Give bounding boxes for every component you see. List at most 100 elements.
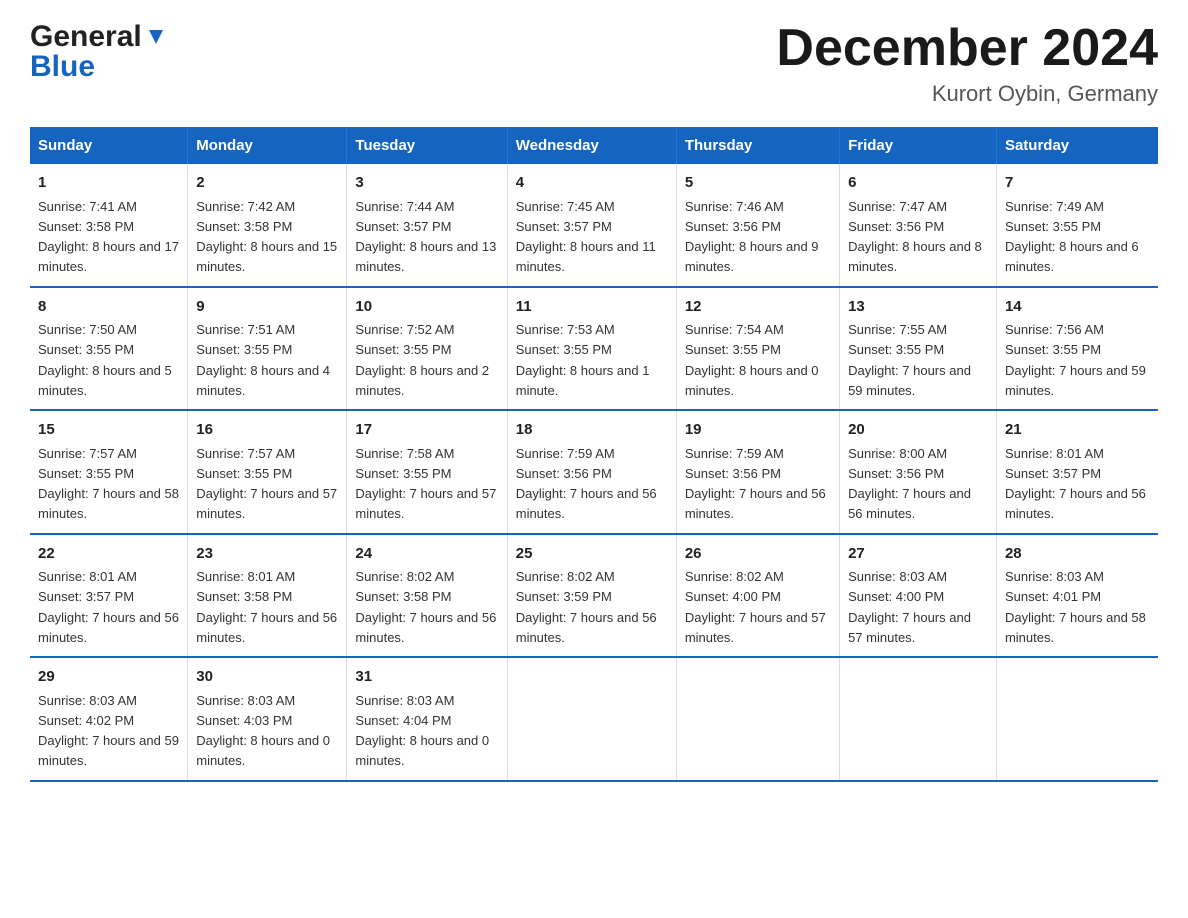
week-row-2: 8Sunrise: 7:50 AMSunset: 3:55 PMDaylight…	[30, 287, 1158, 411]
day-number: 27	[848, 543, 988, 566]
day-sunset: Sunset: 3:55 PM	[848, 342, 944, 357]
day-daylight: Daylight: 7 hours and 56 minutes.	[516, 610, 657, 645]
day-cell: 14Sunrise: 7:56 AMSunset: 3:55 PMDayligh…	[996, 287, 1158, 411]
day-daylight: Daylight: 7 hours and 57 minutes.	[196, 486, 337, 521]
day-sunset: Sunset: 3:58 PM	[196, 219, 292, 234]
day-number: 6	[848, 172, 988, 195]
day-daylight: Daylight: 7 hours and 58 minutes.	[38, 486, 179, 521]
day-cell: 23 Sunrise: 8:01 AM Sunset: 3:58 PM Dayligh…	[188, 534, 347, 658]
day-sunset: Sunset: 3:59 PM	[516, 589, 612, 604]
day-cell: 24Sunrise: 8:02 AMSunset: 3:58 PMDayligh…	[347, 534, 507, 658]
day-daylight: Daylight: 8 hours and 5 minutes.	[38, 363, 172, 398]
header-saturday: Saturday	[996, 127, 1158, 164]
day-number: 30	[196, 666, 338, 689]
day-sunset: Sunset: 3:55 PM	[38, 466, 134, 481]
day-number: 25	[516, 543, 668, 566]
day-daylight: Daylight: 8 hours and 8 minutes.	[848, 239, 982, 274]
day-sunset: Sunset: 3:57 PM	[516, 219, 612, 234]
day-sunset: Sunset: 3:58 PM	[355, 589, 451, 604]
day-cell: 21Sunrise: 8:01 AMSunset: 3:57 PMDayligh…	[996, 410, 1158, 534]
day-cell: 8Sunrise: 7:50 AMSunset: 3:55 PMDaylight…	[30, 287, 188, 411]
header-wednesday: Wednesday	[507, 127, 676, 164]
day-cell: 13Sunrise: 7:55 AMSunset: 3:55 PMDayligh…	[840, 287, 997, 411]
day-cell: 4Sunrise: 7:45 AMSunset: 3:57 PMDaylight…	[507, 164, 676, 287]
day-sunrise: Sunrise: 7:51 AM	[196, 322, 295, 337]
day-daylight: Daylight: 7 hours and 56 minutes.	[38, 610, 179, 645]
day-cell: 27Sunrise: 8:03 AMSunset: 4:00 PMDayligh…	[840, 534, 997, 658]
day-sunrise: Sunrise: 7:54 AM	[685, 322, 784, 337]
day-number: 11	[516, 296, 668, 319]
day-sunset: Sunset: 3:55 PM	[1005, 219, 1101, 234]
day-sunrise: Sunrise: 7:59 AM	[516, 446, 615, 461]
day-sunrise: Sunrise: 8:03 AM	[38, 693, 137, 708]
day-daylight: Daylight: 7 hours and 56 minutes.	[196, 610, 337, 645]
logo: General Blue	[30, 20, 167, 84]
calendar-table: SundayMondayTuesdayWednesdayThursdayFrid…	[30, 127, 1158, 782]
day-sunrise: Sunrise: 7:41 AM	[38, 199, 137, 214]
day-sunrise: Sunrise: 7:53 AM	[516, 322, 615, 337]
day-sunset: Sunset: 4:01 PM	[1005, 589, 1101, 604]
day-number: 12	[685, 296, 831, 319]
day-sunset: Sunset: 3:58 PM	[196, 589, 292, 604]
day-sunrise: Sunrise: 8:00 AM	[848, 446, 947, 461]
day-daylight: Daylight: 7 hours and 59 minutes.	[38, 733, 179, 768]
day-daylight: Daylight: 8 hours and 2 minutes.	[355, 363, 489, 398]
day-sunset: Sunset: 3:55 PM	[516, 342, 612, 357]
day-number: 3	[355, 172, 498, 195]
day-daylight: Daylight: 8 hours and 1 minute.	[516, 363, 650, 398]
day-daylight: Daylight: 7 hours and 56 minutes.	[1005, 486, 1146, 521]
day-sunset: Sunset: 3:55 PM	[355, 466, 451, 481]
day-cell: 26Sunrise: 8:02 AMSunset: 4:00 PMDayligh…	[676, 534, 839, 658]
day-sunset: Sunset: 3:58 PM	[38, 219, 134, 234]
day-sunrise: Sunrise: 7:57 AM	[196, 446, 295, 461]
day-number: 8	[38, 296, 179, 319]
logo-blue-text: Blue	[30, 50, 167, 84]
day-number: 28	[1005, 543, 1150, 566]
week-row-4: 22Sunrise: 8:01 AMSunset: 3:57 PMDayligh…	[30, 534, 1158, 658]
day-cell: 11 Sunrise: 7:53 AM Sunset: 3:55 PM Dayligh…	[507, 287, 676, 411]
day-cell: 9Sunrise: 7:51 AMSunset: 3:55 PMDaylight…	[188, 287, 347, 411]
day-sunset: Sunset: 3:56 PM	[848, 219, 944, 234]
day-sunrise: Sunrise: 7:47 AM	[848, 199, 947, 214]
day-number: 22	[38, 543, 179, 566]
day-sunrise: Sunrise: 8:02 AM	[685, 569, 784, 584]
day-sunset: Sunset: 3:56 PM	[516, 466, 612, 481]
day-number: 29	[38, 666, 179, 689]
day-sunset: Sunset: 3:57 PM	[1005, 466, 1101, 481]
day-cell	[840, 657, 997, 781]
day-number: 4	[516, 172, 668, 195]
day-cell	[996, 657, 1158, 781]
day-cell: 6 Sunrise: 7:47 AM Sunset: 3:56 PM Daylight…	[840, 164, 997, 287]
calendar-title: December 2024	[776, 20, 1158, 77]
day-number: 21	[1005, 419, 1150, 442]
day-number: 23	[196, 543, 338, 566]
day-cell: 5Sunrise: 7:46 AMSunset: 3:56 PMDaylight…	[676, 164, 839, 287]
day-cell: 25 Sunrise: 8:02 AM Sunset: 3:59 PM Dayligh…	[507, 534, 676, 658]
logo-arrow-icon	[145, 26, 167, 48]
day-sunset: Sunset: 3:56 PM	[685, 466, 781, 481]
day-cell: 10Sunrise: 7:52 AMSunset: 3:55 PMDayligh…	[347, 287, 507, 411]
day-number: 10	[355, 296, 498, 319]
day-sunrise: Sunrise: 8:02 AM	[355, 569, 454, 584]
day-number: 24	[355, 543, 498, 566]
header-thursday: Thursday	[676, 127, 839, 164]
day-cell: 12Sunrise: 7:54 AMSunset: 3:55 PMDayligh…	[676, 287, 839, 411]
day-sunrise: Sunrise: 8:01 AM	[196, 569, 295, 584]
day-cell: 17Sunrise: 7:58 AMSunset: 3:55 PMDayligh…	[347, 410, 507, 534]
day-cell	[507, 657, 676, 781]
day-daylight: Daylight: 7 hours and 57 minutes.	[685, 610, 826, 645]
day-sunset: Sunset: 3:56 PM	[685, 219, 781, 234]
day-daylight: Daylight: 7 hours and 59 minutes.	[848, 363, 971, 398]
day-number: 13	[848, 296, 988, 319]
day-daylight: Daylight: 7 hours and 57 minutes.	[848, 610, 971, 645]
title-area: December 2024 Kurort Oybin, Germany	[776, 20, 1158, 107]
day-sunrise: Sunrise: 7:49 AM	[1005, 199, 1104, 214]
header-sunday: Sunday	[30, 127, 188, 164]
day-number: 20	[848, 419, 988, 442]
day-sunrise: Sunrise: 8:02 AM	[516, 569, 615, 584]
day-daylight: Daylight: 7 hours and 58 minutes.	[1005, 610, 1146, 645]
day-number: 19	[685, 419, 831, 442]
day-sunset: Sunset: 3:55 PM	[38, 342, 134, 357]
day-number: 17	[355, 419, 498, 442]
day-number: 2	[196, 172, 338, 195]
